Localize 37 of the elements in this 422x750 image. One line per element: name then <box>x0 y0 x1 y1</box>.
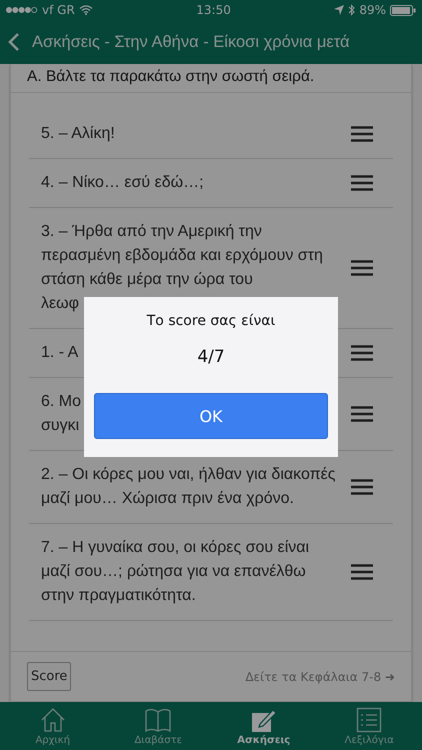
drag-handle-icon[interactable] <box>351 345 373 361</box>
home-icon <box>40 706 66 732</box>
sortable-item-text: 1. - Α <box>41 343 78 363</box>
score-button[interactable]: Score <box>27 662 72 691</box>
tab-bar-item[interactable]: Ασκήσεις <box>211 702 316 750</box>
battery-percentage: 89% <box>359 3 386 17</box>
drag-handle-icon[interactable] <box>351 406 373 422</box>
drag-handle-icon[interactable] <box>351 564 373 580</box>
drag-handle-icon[interactable] <box>351 479 373 495</box>
dialog-title: Το score σας είναι <box>146 313 276 329</box>
battery-icon <box>390 4 416 16</box>
drag-handle-icon[interactable] <box>351 126 373 142</box>
sortable-item-text: 7. – Η γυναίκα σου, οι κόρες σου είναι μαζί σου…; ρώτησα για να επανέλθω στην πραγματικότητα. <box>41 538 310 606</box>
ok-button[interactable]: OK <box>94 393 328 439</box>
drag-handle-icon[interactable] <box>351 175 373 191</box>
sortable-item-text: 2. – Οι κόρες μου ναι, ήλθαν για διακοπές μαζί μου… Χώρισα πριν ένα χρόνο. <box>41 465 336 509</box>
tab-bar-item[interactable]: Διαβάστε <box>106 702 211 750</box>
exercise-instruction: Α. Βάλτε τα παρακάτω στην σωστή σειρά. <box>11 64 411 93</box>
sortable-item-text: 4. – Νίκο… εσύ εδώ…; <box>41 173 204 193</box>
next-chapters-link[interactable]: Δείτε τα Κεφάλαια 7-8 ➜ <box>245 670 395 684</box>
page-title: Ασκήσεις - Στην Αθήνα - Είκοσι χρόνια μετά <box>32 32 350 52</box>
drag-handle-icon[interactable] <box>351 260 373 276</box>
tab-bar-item[interactable]: Αρχική <box>0 702 106 750</box>
carrier-name: vf GR <box>42 3 75 17</box>
tab-bar-item[interactable]: Λεξιλόγια <box>316 702 422 750</box>
back-icon[interactable] <box>8 32 20 52</box>
sortable-item-text: 6. Μο συγκι <box>41 392 82 436</box>
sortable-item-text: 3. – Ήρθα από την Αμερική την περασμένη εβδομάδα και ερχόμουν στη στάση κάθε μέρα την ώρα του λεωφ <box>41 222 324 314</box>
sortable-item-text: 5. – Αλίκη! <box>41 124 115 144</box>
list-icon <box>356 706 382 732</box>
score-value: 4/7 <box>197 347 225 367</box>
clock-time: 13:50 <box>196 3 231 17</box>
book-icon <box>144 706 172 732</box>
bluetooth-icon <box>348 4 356 16</box>
location-icon <box>334 5 344 15</box>
wifi-icon <box>78 5 93 15</box>
signal-icon <box>6 7 38 13</box>
